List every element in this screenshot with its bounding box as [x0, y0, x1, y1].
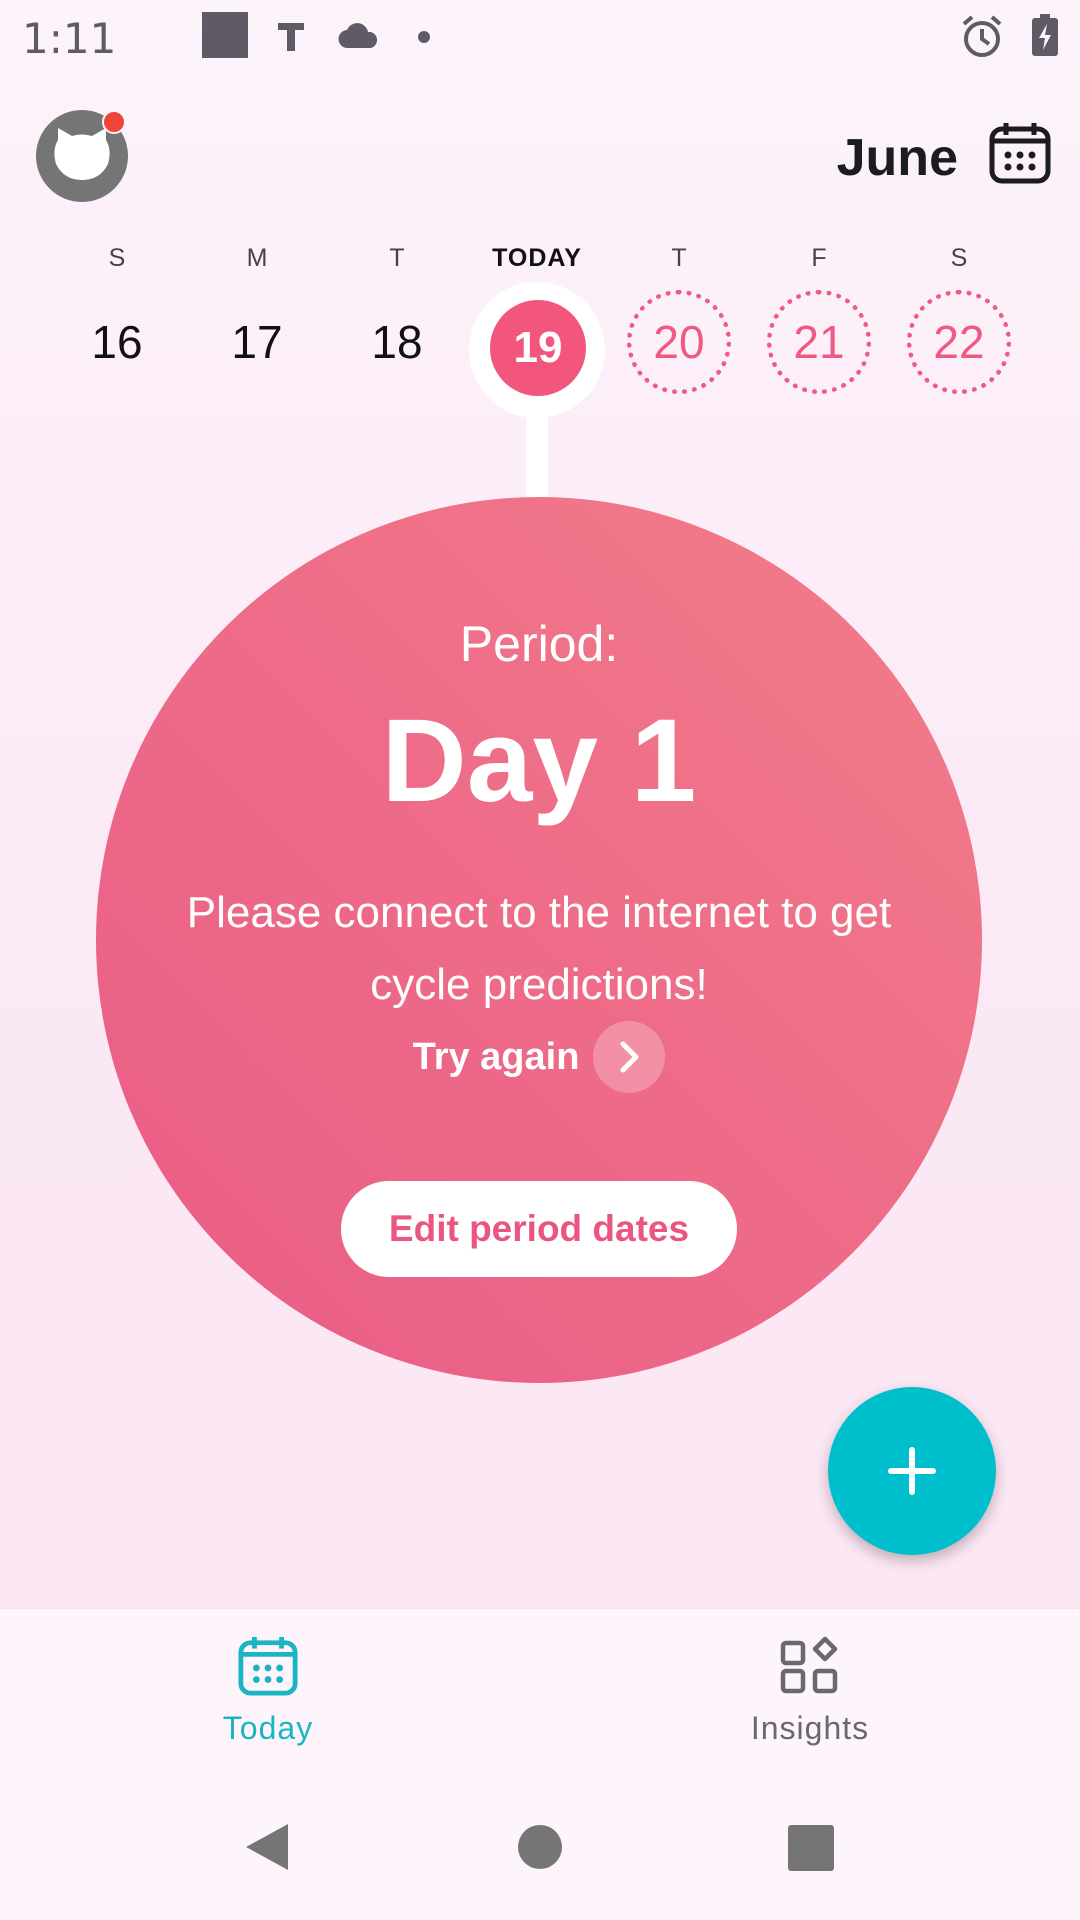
day-number: 21 — [767, 290, 871, 394]
plus-icon — [888, 1447, 936, 1495]
home-icon[interactable] — [505, 1812, 575, 1882]
day-saturday[interactable]: S 22 — [894, 238, 1024, 394]
day-letter: S — [950, 244, 968, 272]
day-number: 20 — [627, 290, 731, 394]
day-tuesday[interactable]: T 18 — [332, 238, 462, 394]
day-letter: T — [671, 244, 687, 272]
month-title: June — [836, 129, 958, 187]
status-time: 1:11 — [22, 14, 117, 63]
day-letter: F — [811, 244, 827, 272]
calendar-button[interactable] — [988, 121, 1052, 185]
calendar-icon — [989, 123, 1051, 184]
period-label: Period: — [459, 616, 619, 672]
recents-icon[interactable] — [775, 1812, 845, 1882]
today-day-number[interactable]: 19 — [490, 300, 586, 396]
day-letter: M — [246, 244, 268, 272]
offline-message: Please connect to the internet to get cy… — [186, 888, 892, 1009]
day-letter: T — [389, 244, 405, 272]
calendar-icon — [238, 1636, 298, 1696]
battery-icon — [1032, 14, 1058, 61]
day-letter: TODAY — [492, 244, 582, 272]
day-number: 16 — [91, 316, 143, 368]
day-letter: S — [108, 244, 126, 272]
nav-insights[interactable]: Insights — [690, 1635, 930, 1747]
bottom-nav: Today Insights — [0, 1608, 1080, 1770]
back-icon[interactable] — [232, 1812, 302, 1882]
notification-badge — [102, 110, 126, 134]
square-icon — [202, 12, 248, 63]
day-sunday[interactable]: S 16 — [52, 238, 182, 394]
chevron-right-icon — [593, 1021, 666, 1093]
add-button[interactable] — [828, 1387, 996, 1555]
cloud-icon — [338, 22, 378, 55]
edit-period-dates-button[interactable]: Edit period dates — [341, 1181, 737, 1277]
day-monday[interactable]: M 17 — [192, 238, 322, 394]
day-today[interactable]: TODAY — [472, 238, 602, 278]
nav-insights-label: Insights — [750, 1710, 870, 1746]
dot-icon — [417, 30, 431, 49]
day-number: 18 — [371, 316, 423, 368]
day-thursday[interactable]: T 20 — [614, 238, 744, 394]
system-nav — [0, 1770, 1080, 1920]
t-icon — [276, 20, 306, 57]
day-friday[interactable]: F 21 — [754, 238, 884, 394]
grid-diamond-icon — [780, 1636, 838, 1694]
try-again-link[interactable]: Try again — [96, 1021, 982, 1093]
try-again-label: Try again — [412, 1035, 580, 1078]
nav-today-label: Today — [222, 1710, 314, 1746]
status-bar: 1:11 — [0, 0, 1080, 76]
day-number: 17 — [231, 316, 283, 368]
day-number: 22 — [907, 290, 1011, 394]
period-day-count: Day 1 — [381, 695, 697, 827]
alarm-icon — [960, 14, 1004, 65]
nav-today[interactable]: Today — [148, 1635, 388, 1747]
cycle-circle: Period: Day 1 Please connect to the inte… — [96, 497, 982, 1383]
